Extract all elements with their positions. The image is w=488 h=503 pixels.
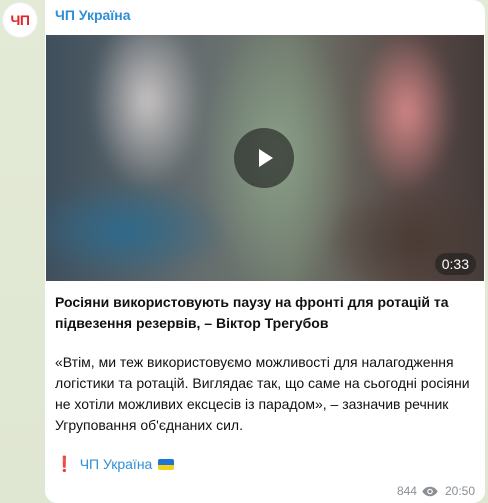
- message-meta: 844 20:50: [397, 484, 475, 498]
- channel-avatar[interactable]: ЧП: [2, 2, 38, 38]
- signature-channel-link[interactable]: ЧП Україна: [80, 454, 153, 475]
- message-bubble: ЧП Україна 0:33 Росіяни використовують п…: [45, 0, 485, 503]
- message-text: Росіяни використовують паузу на фронті д…: [55, 292, 475, 475]
- post-headline: Росіяни використовують паузу на фронті д…: [55, 294, 449, 331]
- ukraine-flag-icon: [158, 459, 175, 470]
- video-duration: 0:33: [434, 253, 476, 275]
- exclamation-icon: ❗: [55, 456, 74, 473]
- video-player[interactable]: 0:33: [46, 35, 484, 281]
- play-button[interactable]: [234, 128, 294, 188]
- play-icon: [259, 149, 273, 167]
- eye-icon: [422, 486, 438, 497]
- post-signature: ❗ ЧП Україна: [55, 454, 475, 475]
- message-time: 20:50: [444, 484, 475, 498]
- post-quote: «Втім, ми теж використовуємо можливості …: [55, 354, 470, 433]
- avatar-text: ЧП: [10, 12, 30, 28]
- channel-name-link[interactable]: ЧП Україна: [55, 7, 131, 23]
- view-count: 844: [396, 484, 417, 498]
- chat-background: ЧП ЧП Україна 0:33 Росіяни використовуют…: [0, 0, 488, 503]
